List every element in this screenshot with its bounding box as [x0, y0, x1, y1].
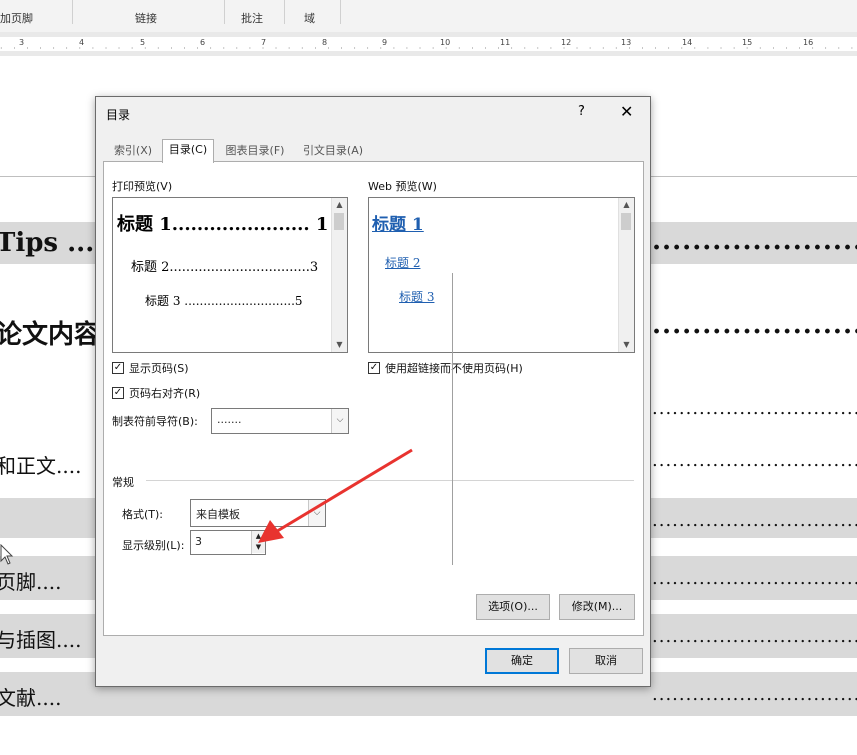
- toc-line-dots: ........................................…: [652, 684, 857, 705]
- scroll-down-icon[interactable]: ▼: [332, 338, 347, 352]
- ribbon-group-fields[interactable]: 域: [304, 10, 315, 26]
- ruler-number: 15: [742, 38, 753, 47]
- tab-leader-value: .......: [217, 413, 242, 426]
- ribbon-separator: [72, 0, 73, 24]
- options-button[interactable]: 选项(O)...: [476, 594, 550, 620]
- preview-column-divider: [452, 273, 453, 565]
- ruler-number: 11: [500, 38, 511, 47]
- ribbon: 加页脚 链接 批注 域: [0, 0, 857, 33]
- checkbox-check-icon: ✓: [112, 387, 124, 399]
- chevron-down-icon[interactable]: ⌵: [331, 409, 348, 433]
- toc-line-dots: ....................................: [652, 226, 857, 256]
- ruler-number: 8: [322, 38, 328, 47]
- toc-line-text: 文献....: [0, 686, 62, 710]
- ruler-number: 13: [621, 38, 632, 47]
- tab-table-of-figures[interactable]: 图表目录(F): [219, 141, 291, 161]
- ribbon-separator: [224, 0, 225, 24]
- toc-line-dots: ........................................…: [652, 510, 857, 531]
- web-preview-heading2[interactable]: 标题 2: [385, 254, 420, 271]
- tab-panel-toc: 打印预览(V) 标题 1...................... 1 标题 …: [103, 161, 644, 636]
- ruler-number: 14: [682, 38, 693, 47]
- tab-leader-label: 制表符前导符(B):: [112, 415, 198, 428]
- web-preview-heading1[interactable]: 标题 1: [372, 210, 424, 235]
- toc-line-text: 与插图....: [0, 628, 82, 652]
- toc-line-dots: ........................................…: [652, 626, 857, 647]
- scroll-down-icon[interactable]: ▼: [619, 338, 634, 352]
- ruler-ticks: · · · · · · · · · · · · · · · · · · · · …: [0, 44, 857, 53]
- right-align-label: 页码右对齐(R): [129, 387, 201, 400]
- scroll-up-icon[interactable]: ▲: [619, 198, 634, 212]
- annotation-arrow-icon: [258, 448, 413, 543]
- use-hyperlinks-checkbox[interactable]: ✓ 使用超链接而不使用页码(H): [368, 360, 523, 376]
- web-preview-box[interactable]: 标题 1 标题 2 标题 3 ▲ ▼: [368, 197, 635, 353]
- toc-line-text: 论文内容: [0, 320, 101, 350]
- web-preview-label: Web 预览(W): [368, 180, 437, 193]
- print-preview-scrollbar[interactable]: ▲ ▼: [331, 198, 347, 352]
- tab-toc[interactable]: 目录(C): [162, 139, 214, 163]
- web-preview-heading3[interactable]: 标题 3: [399, 288, 434, 305]
- toc-line-dots: ........................................…: [652, 568, 857, 589]
- ribbon-group-header-footer[interactable]: 加页脚: [0, 10, 33, 26]
- ribbon-separator: [284, 0, 285, 24]
- ruler-number: 5: [140, 38, 146, 47]
- ok-button[interactable]: 确定: [485, 648, 559, 674]
- help-button[interactable]: ?: [578, 104, 585, 119]
- print-preview-heading3: 标题 3 .............................5: [145, 294, 303, 308]
- close-button[interactable]: ✕: [620, 102, 633, 121]
- print-preview-heading1: 标题 1...................... 1: [117, 214, 329, 235]
- ruler-number: 9: [382, 38, 388, 47]
- toc-dialog: 目录 ? ✕ 索引(X) 目录(C) 图表目录(F) 引文目录(A) 打印预览(…: [95, 96, 651, 687]
- web-preview-scrollbar[interactable]: ▲ ▼: [618, 198, 634, 352]
- ribbon-separator: [340, 0, 341, 24]
- ruler-number: 7: [261, 38, 267, 47]
- ribbon-group-comments[interactable]: 批注: [241, 10, 263, 26]
- show-levels-value[interactable]: 3: [195, 535, 202, 548]
- toc-line-text: 和正文....: [0, 454, 82, 478]
- ruler-number: 4: [79, 38, 85, 47]
- horizontal-ruler[interactable]: · · · · · · · · · · · · · · · · · · · · …: [0, 32, 857, 56]
- cancel-button[interactable]: 取消: [569, 648, 643, 674]
- tab-leader-select[interactable]: ....... ⌵: [211, 408, 349, 434]
- show-page-numbers-checkbox[interactable]: ✓ 显示页码(S): [112, 360, 189, 376]
- ruler-bar: · · · · · · · · · · · · · · · · · · · · …: [0, 37, 857, 53]
- scroll-up-icon[interactable]: ▲: [332, 198, 347, 212]
- tab-table-of-authorities[interactable]: 引文目录(A): [297, 141, 369, 161]
- general-group-label: 常规: [112, 476, 134, 489]
- toc-line-dots: ....................................: [652, 314, 857, 340]
- mouse-cursor-icon: [0, 544, 14, 565]
- use-hyperlinks-label: 使用超链接而不使用页码(H): [385, 362, 523, 375]
- toc-line-dots: ........................................…: [652, 450, 857, 471]
- toc-line-text: Tips ....: [0, 228, 104, 258]
- right-align-checkbox[interactable]: ✓ 页码右对齐(R): [112, 385, 200, 401]
- dialog-title: 目录: [106, 108, 131, 122]
- print-preview-box[interactable]: 标题 1...................... 1 标题 2.......…: [112, 197, 348, 353]
- tab-index[interactable]: 索引(X): [108, 141, 158, 161]
- print-preview-heading2: 标题 2..................................3: [131, 260, 319, 275]
- print-preview-label: 打印预览(V): [112, 180, 173, 193]
- format-label: 格式(T):: [122, 508, 164, 521]
- show-page-numbers-label: 显示页码(S): [129, 362, 189, 375]
- scroll-thumb[interactable]: [334, 213, 344, 230]
- show-levels-label: 显示级别(L):: [122, 539, 185, 552]
- toc-line-text: 页脚....: [0, 570, 62, 594]
- modify-button[interactable]: 修改(M)...: [559, 594, 635, 620]
- ruler-number: 6: [200, 38, 206, 47]
- scroll-thumb[interactable]: [621, 213, 631, 230]
- ribbon-group-links[interactable]: 链接: [135, 10, 157, 26]
- ruler-number: 16: [803, 38, 814, 47]
- checkbox-check-icon: ✓: [368, 362, 380, 374]
- toc-line-dots: ........................................…: [652, 398, 857, 419]
- ruler-number: 3: [19, 38, 25, 47]
- ruler-number: 10: [440, 38, 451, 47]
- format-value: 来自模板: [196, 508, 240, 521]
- ruler-number: 12: [561, 38, 572, 47]
- checkbox-check-icon: ✓: [112, 362, 124, 374]
